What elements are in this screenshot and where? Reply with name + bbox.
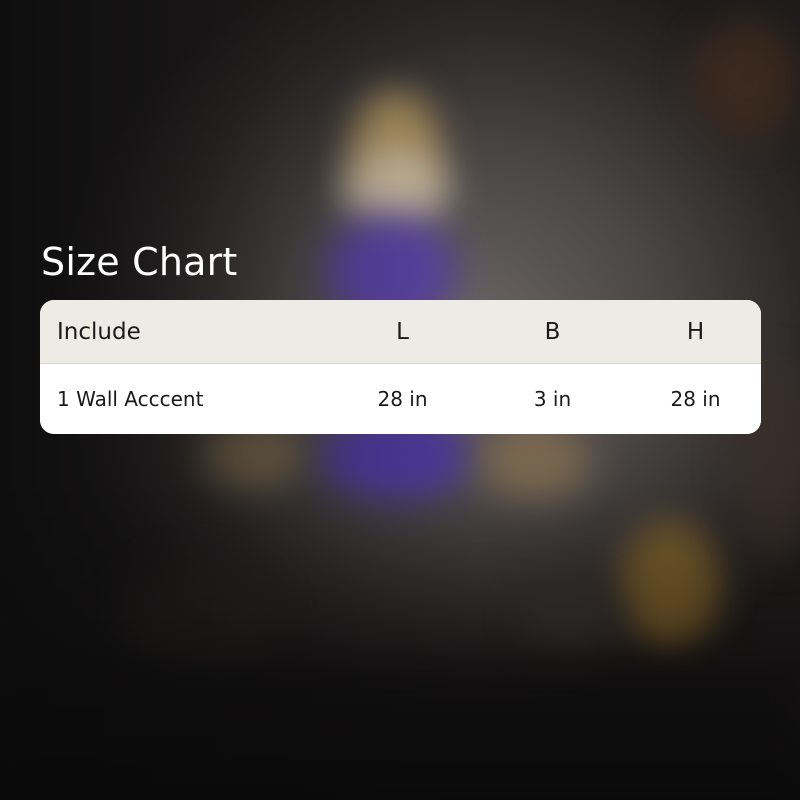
header-length: L	[396, 318, 409, 345]
header-breadth: B	[544, 318, 561, 345]
cell-breadth: 3 in	[533, 387, 572, 411]
header-height: H	[686, 318, 705, 345]
size-chart-table: Include L B H 1 Wall Acccent 28 in 3 in …	[40, 300, 761, 434]
table-header-row: Include L B H	[40, 300, 761, 364]
page-title: Size Chart	[41, 240, 238, 284]
cell-length: 28 in	[377, 387, 428, 411]
cell-include: 1 Wall Acccent	[57, 387, 204, 411]
cell-height: 28 in	[670, 387, 721, 411]
table-row: 1 Wall Acccent 28 in 3 in 28 in	[40, 364, 761, 434]
header-include: Include	[57, 318, 141, 345]
